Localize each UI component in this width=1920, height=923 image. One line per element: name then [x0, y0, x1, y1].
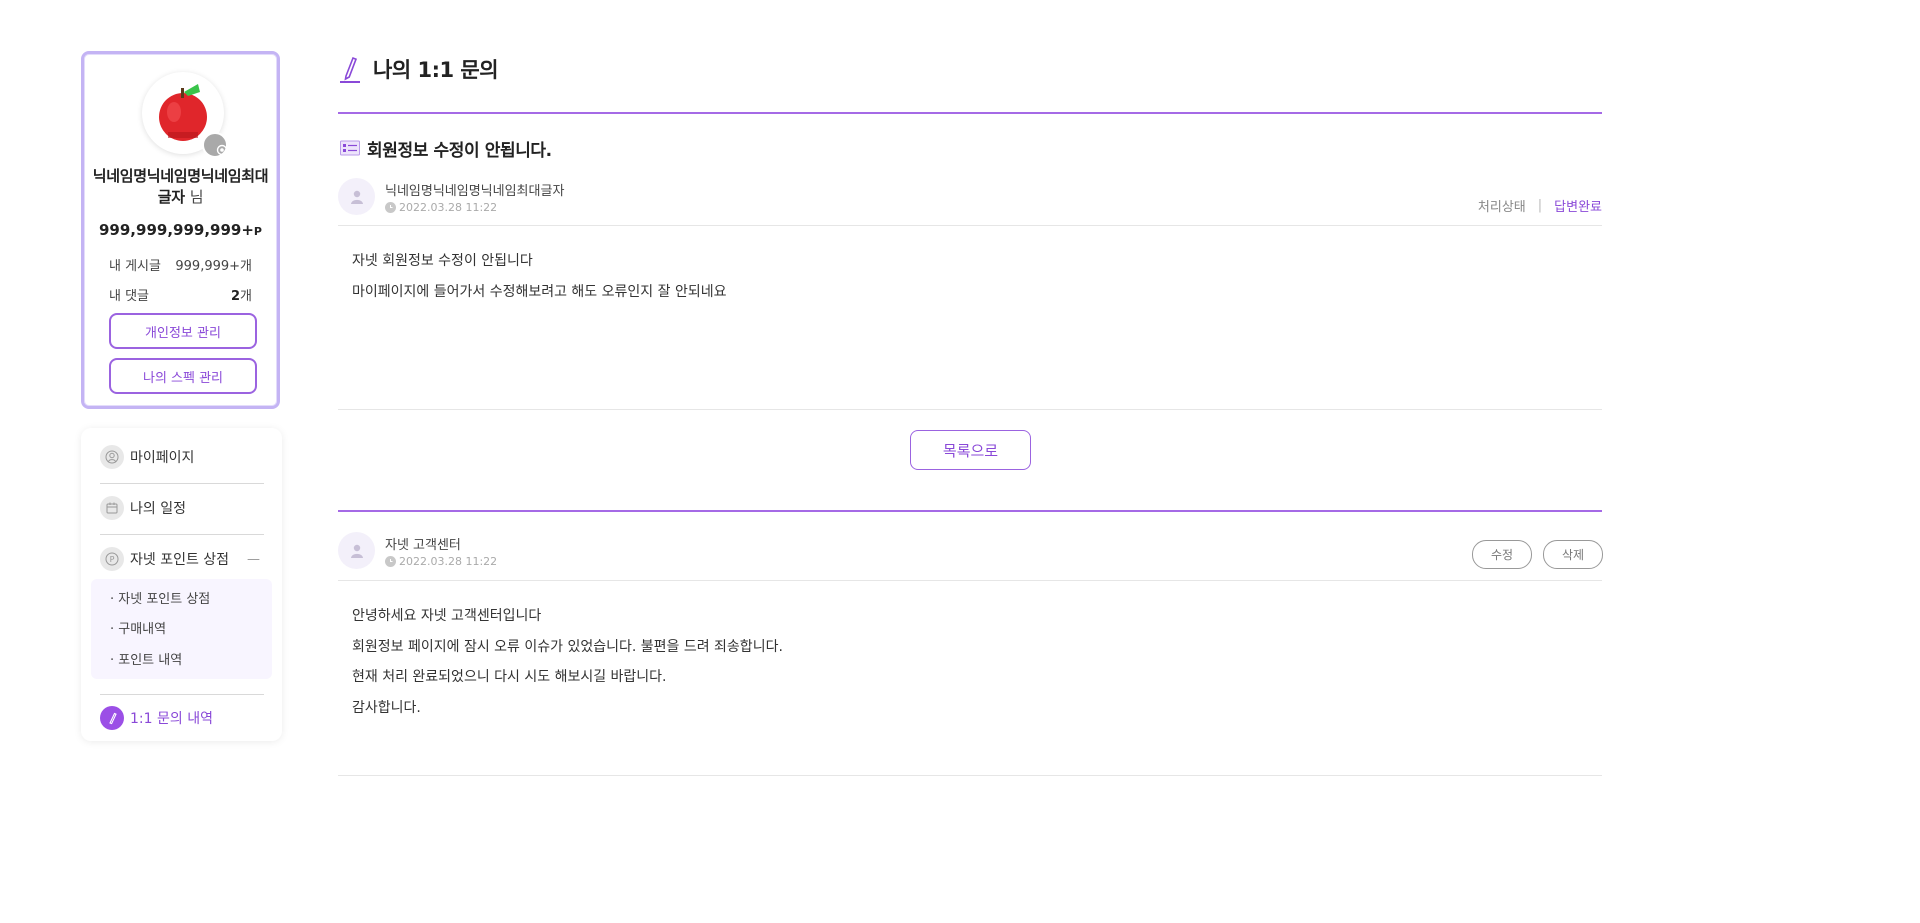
menu-item-mypage[interactable]: 마이페이지: [100, 432, 264, 482]
answer-line: 회원정보 페이지에 잠시 오류 이슈가 있었습니다. 불편을 드려 죄송합니다.: [352, 638, 783, 655]
points-total: 999,999,999,999+P: [84, 221, 277, 239]
question-author: 닉네임명닉네임명닉네임최대글자: [385, 184, 565, 199]
nickname-suffix: 님: [189, 188, 204, 206]
question-header-divider: [338, 225, 1602, 226]
calendar-icon: [100, 496, 124, 520]
answer-author-avatar: [338, 532, 375, 569]
clock-icon: [385, 556, 396, 567]
stat-comments: 내 댓글 2개: [109, 285, 252, 304]
status: 처리상태 | 답변완료: [1478, 196, 1602, 215]
point-icon: P: [100, 547, 124, 571]
pencil-icon: [100, 706, 124, 730]
page-title-text: 나의 1:1 문의: [373, 58, 499, 82]
clock-icon: [385, 202, 396, 213]
comments-value-wrap: 2개: [231, 285, 252, 304]
status-separator: |: [1537, 198, 1543, 213]
comments-unit: 개: [240, 289, 252, 304]
answer-line: 현재 처리 완료되었으니 다시 시도 해보시길 바랍니다.: [352, 669, 667, 685]
delete-button[interactable]: 삭제: [1543, 540, 1603, 569]
menu-item-inquiry[interactable]: 1:1 문의 내역: [100, 693, 264, 743]
answer-divider: [338, 510, 1602, 512]
question-bottom-divider: [338, 409, 1602, 410]
svg-text:P: P: [110, 555, 115, 564]
collapse-icon[interactable]: —: [247, 552, 260, 567]
list-icon: [340, 140, 360, 155]
camera-icon[interactable]: [202, 132, 228, 158]
submenu-point-shop: · 자넷 포인트 상점 · 구매내역 · 포인트 내역: [91, 579, 272, 679]
answer-date-text: 2022.03.28 11:22: [399, 555, 498, 568]
profile-nickname: 닉네임명닉네임명닉네임최대글자 님: [92, 166, 269, 208]
stat-posts: 내 게시글 999,999+개: [109, 255, 252, 274]
question-body: 자넷 회원정보 수정이 안됩니다 마이페이지에 들어가서 수정해보려고 해도 오…: [352, 251, 726, 312]
page-title: 나의 1:1 문의: [339, 54, 499, 84]
nickname-text: 닉네임명닉네임명닉네임최대글자: [92, 167, 269, 206]
posts-label: 내 게시글: [109, 259, 161, 274]
question-line: 마이페이지에 들어가서 수정해보려고 해도 오류인지 잘 안되네요: [352, 283, 727, 300]
question-title-text: 회원정보 수정이 안됩니다.: [367, 141, 552, 161]
submenu-item-point-history[interactable]: · 포인트 내역: [110, 649, 182, 668]
answer-line: 감사합니다.: [352, 699, 421, 716]
answer-header-divider: [338, 580, 1602, 581]
apple-avatar-icon: [159, 84, 207, 141]
user-icon: [350, 544, 363, 558]
menu-label-point-shop: 자넷 포인트 상점: [130, 552, 230, 568]
answer-author: 자넷 고객센터: [385, 538, 461, 553]
menu-label-schedule: 나의 일정: [130, 501, 186, 517]
status-badge: 답변완료: [1554, 200, 1602, 215]
submenu-item-purchases[interactable]: · 구매내역: [110, 618, 166, 637]
author-avatar: [338, 178, 375, 215]
question-line: 자넷 회원정보 수정이 안됩니다: [352, 253, 533, 269]
pencil-icon: [340, 56, 360, 83]
edit-button[interactable]: 수정: [1472, 540, 1532, 569]
profile-card: 닉네임명닉네임명닉네임최대글자 님 999,999,999,999+P 내 게시…: [81, 51, 280, 409]
comments-label: 내 댓글: [109, 289, 150, 304]
posts-value: 999,999+: [175, 259, 241, 274]
answer-line: 안녕하세요 자넷 고객센터입니다: [352, 608, 542, 624]
answer-body: 안녕하세요 자넷 고객센터입니다 회원정보 페이지에 잠시 오류 이슈가 있었습…: [352, 606, 783, 728]
spec-manage-button[interactable]: 나의 스펙 관리: [109, 358, 257, 394]
answer-date: 2022.03.28 11:22: [385, 555, 497, 568]
posts-unit: 개: [240, 259, 252, 274]
title-divider: [338, 112, 1602, 114]
menu-label-mypage: 마이페이지: [130, 450, 195, 466]
question-title: 회원정보 수정이 안됩니다.: [340, 136, 552, 161]
back-to-list-button[interactable]: 목록으로: [910, 430, 1031, 470]
answer-bottom-divider: [338, 775, 1602, 776]
side-menu: 마이페이지 나의 일정 P 자넷 포인트 상점 — · 자넷 포인트 상점 · …: [81, 428, 282, 741]
status-label: 처리상태: [1477, 200, 1526, 215]
points-value: 999,999,999,999+: [99, 221, 254, 239]
menu-label-inquiry: 1:1 문의 내역: [130, 711, 213, 727]
comments-value: 2: [230, 289, 241, 304]
question-date-text: 2022.03.28 11:22: [399, 201, 498, 214]
submenu-item-point-shop[interactable]: · 자넷 포인트 상점: [110, 588, 210, 607]
user-icon: [350, 190, 363, 204]
menu-item-point-shop[interactable]: P 자넷 포인트 상점 —: [100, 534, 264, 584]
points-unit: P: [253, 225, 262, 238]
question-date: 2022.03.28 11:22: [385, 201, 497, 214]
user-icon: [100, 445, 124, 469]
menu-item-schedule[interactable]: 나의 일정: [100, 483, 264, 533]
avatar[interactable]: [142, 72, 228, 158]
posts-value-wrap: 999,999+개: [175, 255, 252, 274]
profile-manage-button[interactable]: 개인정보 관리: [109, 313, 257, 349]
